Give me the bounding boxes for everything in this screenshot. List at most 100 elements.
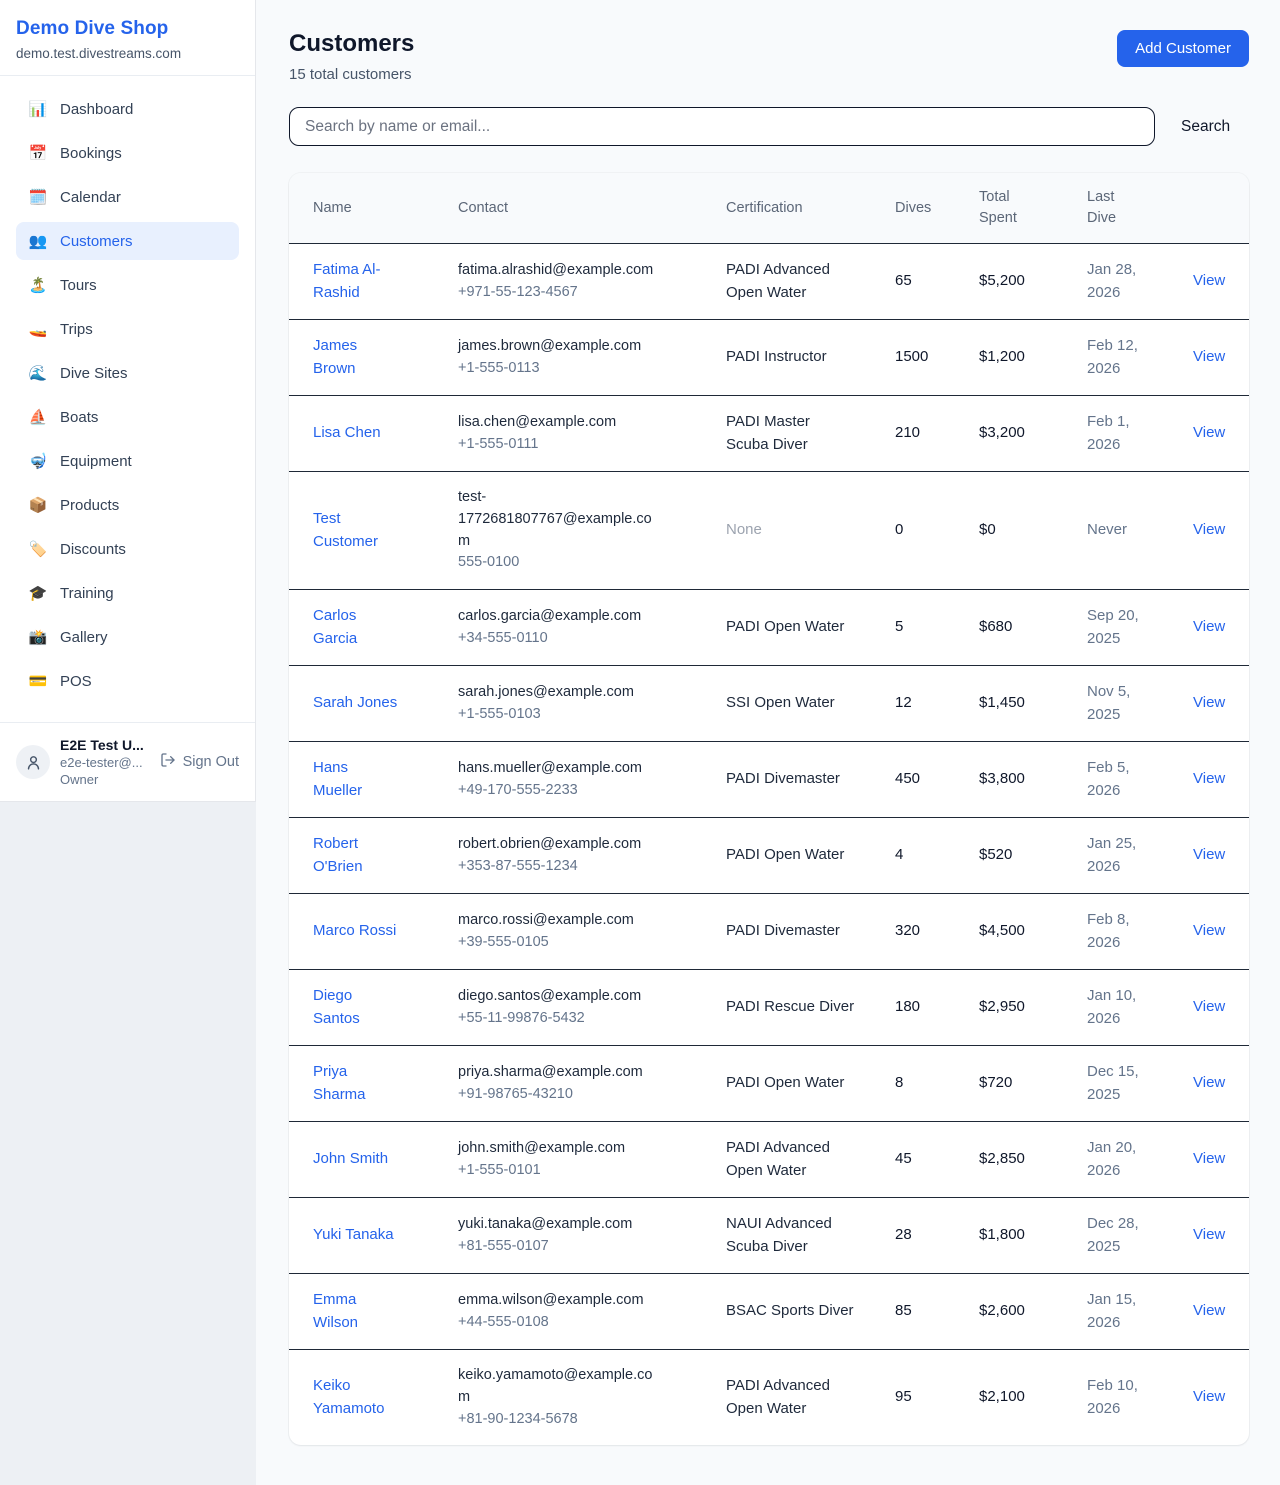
view-customer-link[interactable]: View — [1193, 694, 1225, 711]
sidebar-item[interactable]: 📦 Products — [16, 486, 239, 524]
customer-name-link[interactable]: Robert O'Brien — [313, 833, 401, 878]
cell-view: View — [1193, 320, 1249, 396]
add-customer-button[interactable]: Add Customer — [1117, 30, 1249, 67]
customer-name-link[interactable]: Keiko Yamamoto — [313, 1375, 401, 1420]
avatar — [16, 745, 50, 779]
sidebar-item[interactable]: 🏷️ Discounts — [16, 530, 239, 568]
customer-name-link[interactable]: Test Customer — [313, 508, 401, 553]
sidebar-item[interactable]: 🚤 Trips — [16, 310, 239, 348]
sidebar-item[interactable]: 📸 Gallery — [16, 618, 239, 656]
customer-phone: +81-555-0107 — [458, 1236, 712, 1258]
customer-name-link[interactable]: Hans Mueller — [313, 757, 401, 802]
view-customer-link[interactable]: View — [1193, 998, 1225, 1015]
sidebar-item[interactable]: 🎓 Training — [16, 574, 239, 612]
sidebar-item-icon: 📦 — [28, 498, 48, 513]
customer-name-link[interactable]: James Brown — [313, 335, 401, 380]
sidebar-item-icon: 💳 — [28, 674, 48, 689]
sign-out-button[interactable]: Sign Out — [160, 752, 239, 772]
cell-view: View — [1193, 970, 1249, 1046]
cell-last-dive: Feb 10, 2026 — [1087, 1350, 1193, 1446]
view-customer-link[interactable]: View — [1193, 1150, 1225, 1167]
customers-table: Name Contact Certification Dives Total S… — [289, 173, 1249, 1445]
customer-name-link[interactable]: Sarah Jones — [313, 692, 401, 715]
page-header: Customers 15 total customers Add Custome… — [289, 30, 1249, 83]
customer-name-link[interactable]: Fatima Al-Rashid — [313, 259, 401, 304]
customer-last-dive: Nov 5, 2025 — [1087, 681, 1149, 726]
customer-dives: 12 — [895, 694, 912, 711]
sidebar-item[interactable]: ⛵ Boats — [16, 398, 239, 436]
sidebar-item-label: Dive Sites — [60, 365, 128, 382]
table-row: Lisa Chen lisa.chen@example.com +1-555-0… — [289, 396, 1249, 472]
view-customer-link[interactable]: View — [1193, 846, 1225, 863]
cell-view: View — [1193, 1198, 1249, 1274]
customer-last-dive: Feb 8, 2026 — [1087, 909, 1149, 954]
cell-last-dive: Jan 10, 2026 — [1087, 970, 1193, 1046]
cell-contact: james.brown@example.com +1-555-0113 — [458, 320, 726, 396]
customer-certification: None — [726, 519, 856, 542]
cell-last-dive: Never — [1087, 472, 1193, 590]
customer-email: john.smith@example.com — [458, 1138, 663, 1160]
customer-total-spent: $4,500 — [979, 922, 1025, 939]
search-input[interactable] — [289, 107, 1155, 146]
view-customer-link[interactable]: View — [1193, 770, 1225, 787]
customer-certification: SSI Open Water — [726, 692, 856, 715]
cell-certification: NAUI Advanced Scuba Diver — [726, 1198, 895, 1274]
sidebar-item-icon: 📸 — [28, 630, 48, 645]
view-customer-link[interactable]: View — [1193, 1302, 1225, 1319]
customer-dives: 65 — [895, 272, 912, 289]
sidebar-item-icon: 🌊 — [28, 366, 48, 381]
cell-name: Robert O'Brien — [289, 818, 458, 894]
view-customer-link[interactable]: View — [1193, 1388, 1225, 1405]
customer-name-link[interactable]: Carlos Garcia — [313, 605, 401, 650]
view-customer-link[interactable]: View — [1193, 1074, 1225, 1091]
cell-contact: fatima.alrashid@example.com +971-55-123-… — [458, 244, 726, 320]
view-customer-link[interactable]: View — [1193, 618, 1225, 635]
cell-last-dive: Dec 28, 2025 — [1087, 1198, 1193, 1274]
customer-name-link[interactable]: Yuki Tanaka — [313, 1224, 401, 1247]
cell-total-spent: $2,600 — [979, 1274, 1087, 1350]
view-customer-link[interactable]: View — [1193, 272, 1225, 289]
customer-name-link[interactable]: Emma Wilson — [313, 1289, 401, 1334]
view-customer-link[interactable]: View — [1193, 424, 1225, 441]
sidebar-item[interactable]: 🤿 Equipment — [16, 442, 239, 480]
main-content: Customers 15 total customers Add Custome… — [256, 0, 1280, 1485]
customer-name-link[interactable]: Marco Rossi — [313, 920, 401, 943]
cell-name: Fatima Al-Rashid — [289, 244, 458, 320]
page-header-text: Customers 15 total customers — [289, 30, 414, 83]
customer-name-link[interactable]: Diego Santos — [313, 985, 401, 1030]
sidebar-item[interactable]: 📅 Bookings — [16, 134, 239, 172]
customer-certification: PADI Advanced Open Water — [726, 259, 856, 304]
customer-last-dive: Feb 5, 2026 — [1087, 757, 1149, 802]
cell-view: View — [1193, 1122, 1249, 1198]
customer-last-dive: Feb 1, 2026 — [1087, 411, 1149, 456]
customer-name-link[interactable]: Lisa Chen — [313, 422, 401, 445]
sidebar-item-label: Gallery — [60, 629, 108, 646]
view-customer-link[interactable]: View — [1193, 1226, 1225, 1243]
search-button[interactable]: Search — [1181, 118, 1230, 136]
col-header-certification: Certification — [726, 173, 895, 244]
view-customer-link[interactable]: View — [1193, 521, 1225, 538]
customer-total-spent: $1,800 — [979, 1226, 1025, 1243]
sidebar-item[interactable]: 📊 Dashboard — [16, 90, 239, 128]
sidebar-item[interactable]: 🏝️ Tours — [16, 266, 239, 304]
sidebar-item[interactable]: 🗓️ Calendar — [16, 178, 239, 216]
view-customer-link[interactable]: View — [1193, 922, 1225, 939]
cell-last-dive: Feb 8, 2026 — [1087, 894, 1193, 970]
sidebar-nav: 📊 Dashboard 📅 Bookings 🗓️ Calendar 👥 Cus… — [0, 76, 255, 722]
cell-name: Priya Sharma — [289, 1046, 458, 1122]
cell-view: View — [1193, 742, 1249, 818]
customer-total-spent: $520 — [979, 846, 1012, 863]
table-row: Marco Rossi marco.rossi@example.com +39-… — [289, 894, 1249, 970]
sidebar-item-icon: 🚤 — [28, 322, 48, 337]
customer-last-dive: Dec 28, 2025 — [1087, 1213, 1149, 1258]
sidebar-item[interactable]: 💳 POS — [16, 662, 239, 700]
sidebar-item[interactable]: 👥 Customers — [16, 222, 239, 260]
view-customer-link[interactable]: View — [1193, 348, 1225, 365]
customer-name-link[interactable]: Priya Sharma — [313, 1061, 401, 1106]
sidebar-item-icon: 🏷️ — [28, 542, 48, 557]
cell-name: Carlos Garcia — [289, 590, 458, 666]
cell-contact: sarah.jones@example.com +1-555-0103 — [458, 666, 726, 742]
sidebar-item[interactable]: 🌊 Dive Sites — [16, 354, 239, 392]
customer-name-link[interactable]: John Smith — [313, 1148, 401, 1171]
cell-dives: 210 — [895, 396, 979, 472]
